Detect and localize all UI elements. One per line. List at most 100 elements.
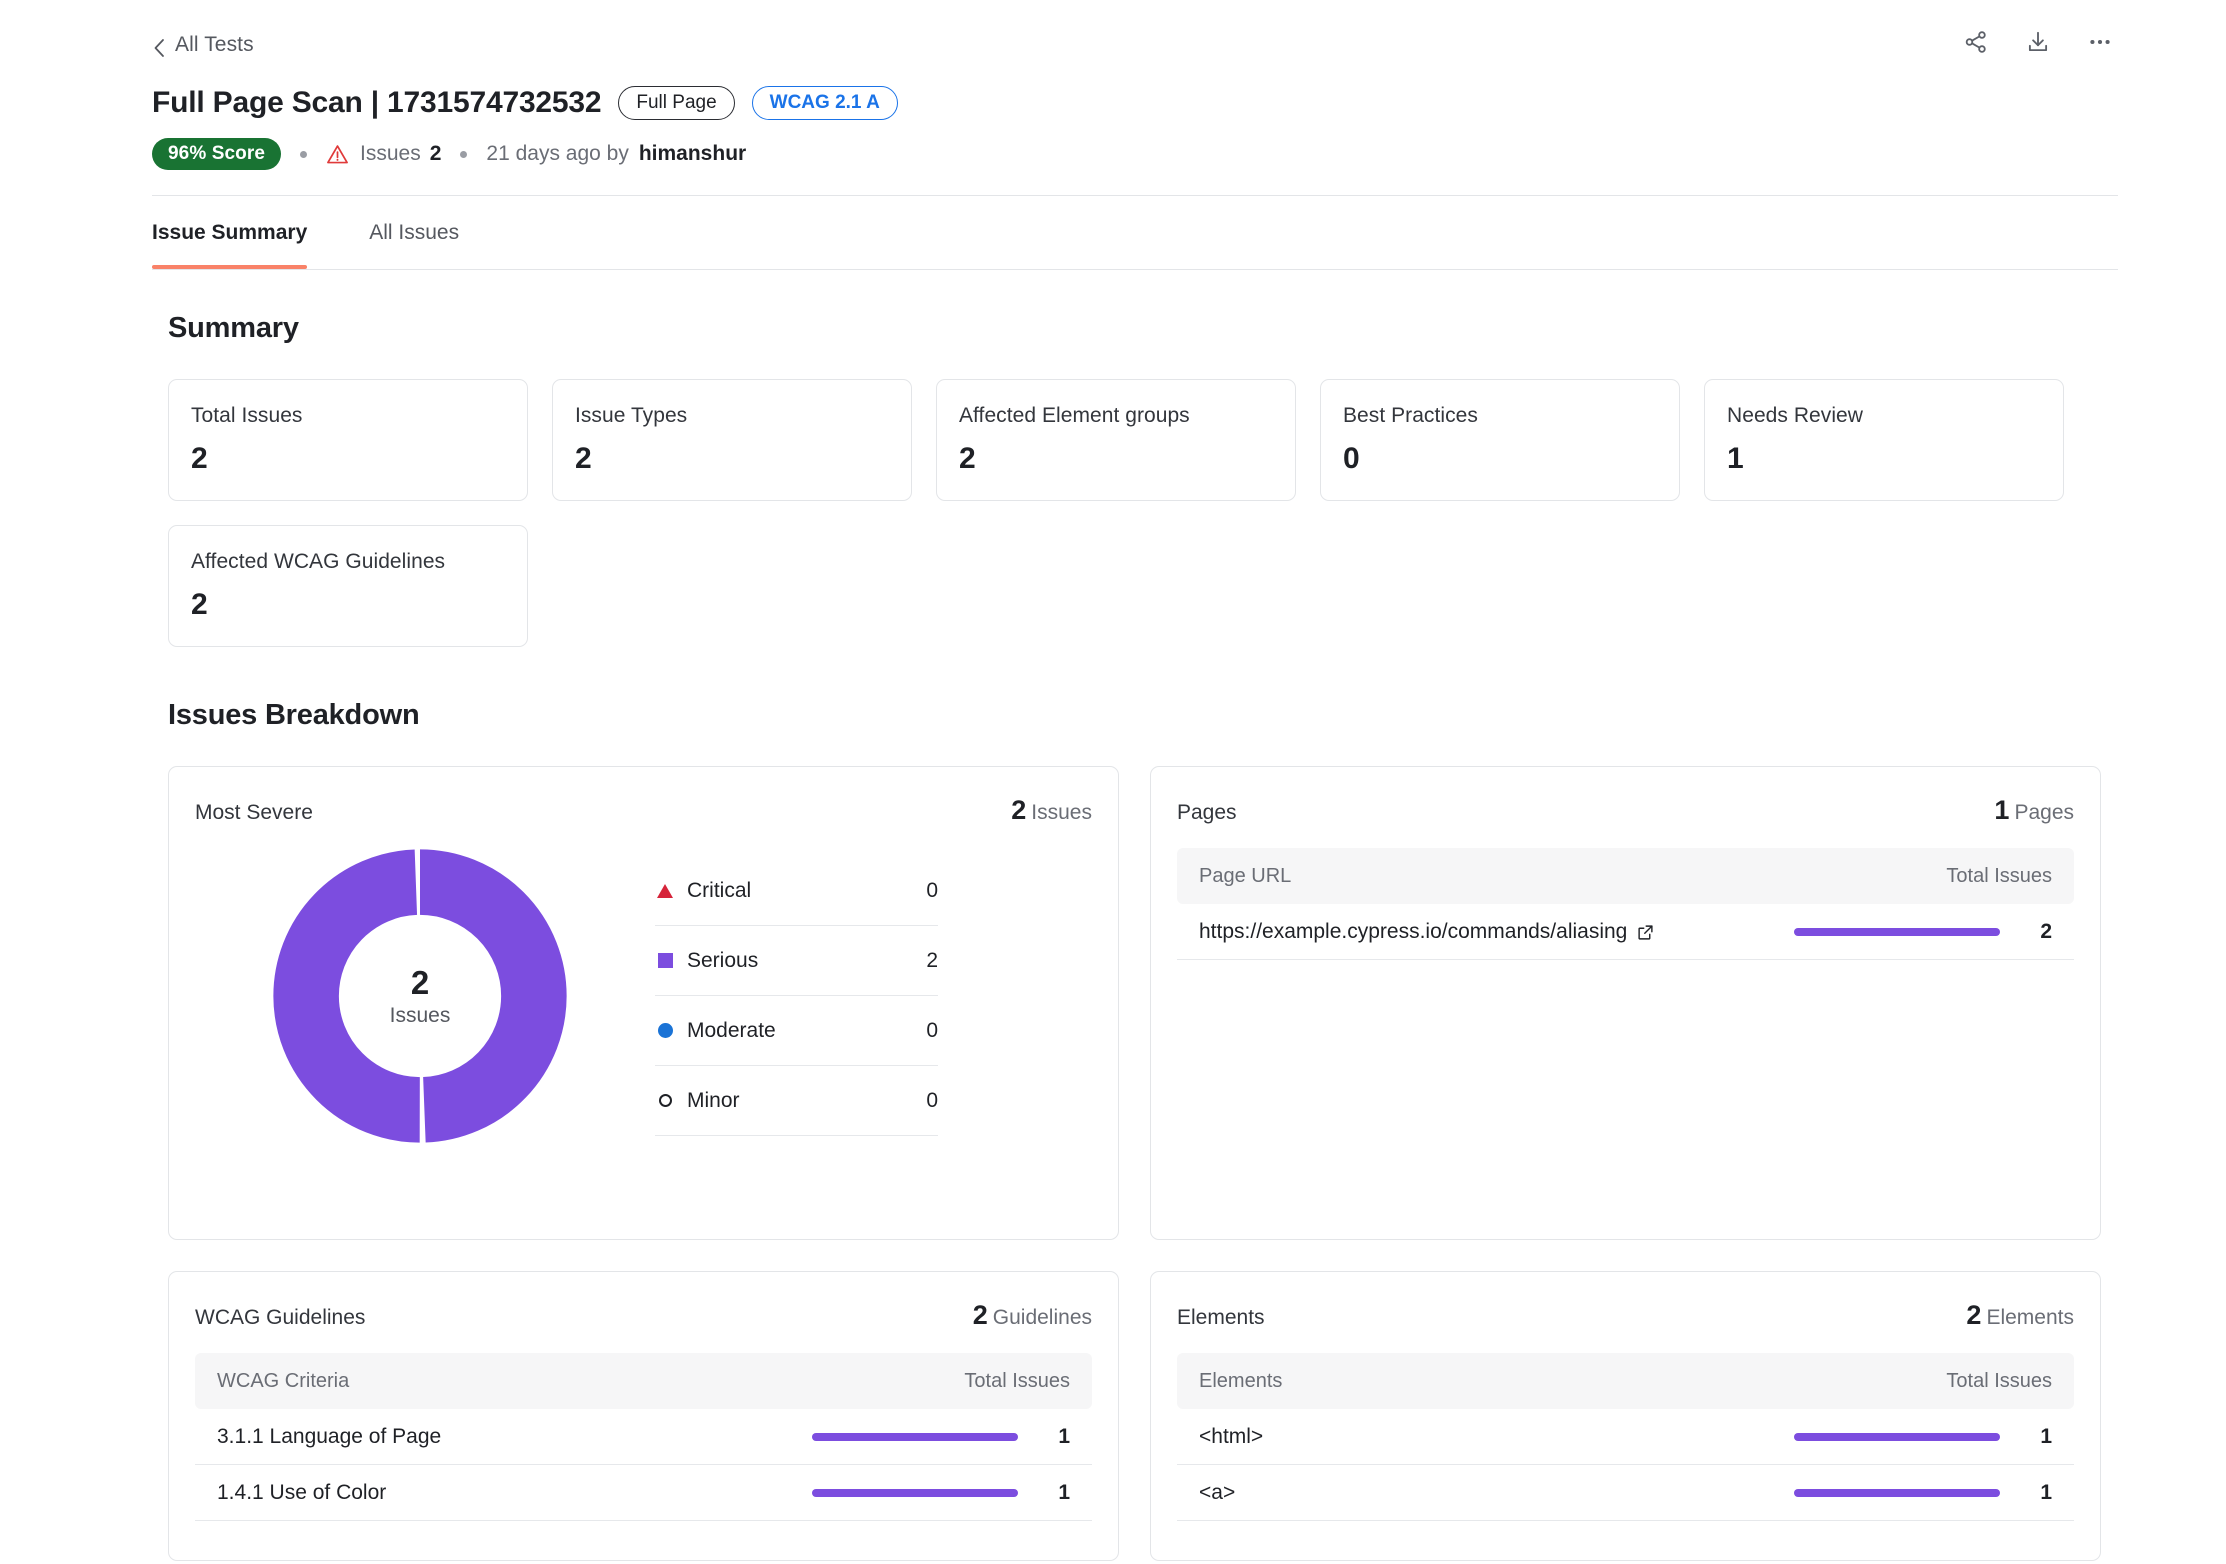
stat-card-total-issues: Total Issues 2 [168, 379, 528, 501]
meta-separator [300, 150, 308, 158]
card-count-unit: Pages [2014, 801, 2074, 824]
stat-label: Issue Types [575, 404, 688, 427]
table-row[interactable]: https://example.cypress.io/commands/alia… [1177, 904, 2074, 960]
page-url-text: https://example.cypress.io/commands/alia… [1199, 919, 1628, 943]
stat-value: 2 [191, 588, 208, 621]
issues-count: 2 [429, 142, 442, 165]
table-header: WCAG Criteria Total Issues [195, 1353, 1092, 1409]
serious-square-icon [655, 953, 675, 968]
card-count-value: 2 [1011, 795, 1027, 825]
timestamp: 21 days ago by [486, 142, 629, 165]
card-count-unit: Elements [1986, 1306, 2074, 1329]
stat-value: 0 [1343, 442, 1360, 475]
legend-value: 0 [926, 878, 938, 902]
card-count: 2 Issues [1011, 795, 1092, 826]
header-actions [1958, 24, 2118, 60]
issue-bar [1794, 927, 2000, 936]
table-row[interactable]: 3.1.1 Language of Page 1 [195, 1409, 1092, 1465]
page-title: Full Page Scan | 1731574732532 [152, 86, 602, 119]
card-count-unit: Issues [1031, 801, 1092, 824]
card-count: 2 Elements [1966, 1300, 2074, 1331]
summary-heading: Summary [168, 312, 299, 344]
meta-separator-2 [460, 150, 468, 158]
back-to-all-tests[interactable]: All Tests [0, 28, 2226, 62]
legend-value: 0 [926, 1088, 938, 1112]
stat-label: Total Issues [191, 404, 303, 427]
card-count: 1 Pages [1994, 795, 2074, 826]
legend-label: Critical [687, 878, 752, 902]
stat-value: 1 [1727, 442, 1744, 475]
download-icon[interactable] [2020, 24, 2056, 60]
tab-issue-summary-label: Issue Summary [152, 220, 308, 244]
card-title: Pages [1177, 801, 1237, 824]
issues-breakdown-heading: Issues Breakdown [168, 699, 420, 731]
table-row[interactable]: <a> 1 [1177, 1465, 2074, 1521]
column-header-total-issues: Total Issues [1946, 864, 2052, 887]
stat-label: Affected WCAG Guidelines [191, 550, 446, 573]
issue-count: 2 [2040, 919, 2052, 943]
donut-center-label: 2 Issues [264, 840, 576, 1152]
main-content: Summary Total Issues 2 Issue Types 2 Aff… [0, 312, 2226, 1561]
pages-table: Page URL Total Issues https://example.cy… [1177, 848, 2074, 960]
legend-value: 0 [926, 1018, 938, 1042]
stat-card-affected-element-groups: Affected Element groups 2 [936, 379, 1296, 501]
issue-bar-cell [1740, 1432, 2000, 1441]
legend-item-serious: Serious 2 [655, 926, 938, 996]
tab-all-issues[interactable]: All Issues [369, 196, 459, 269]
card-most-severe: Most Severe 2 Issues 2 Issues Critical 0… [168, 766, 1119, 1240]
legend-label: Moderate [687, 1018, 776, 1042]
tab-issue-summary[interactable]: Issue Summary [152, 196, 308, 269]
issue-count: 1 [2040, 1424, 2052, 1448]
issue-bar-cell [1740, 927, 2000, 936]
page-header: All Tests Full Page Scan | 1731574732532… [0, 0, 2226, 196]
donut-center-unit: Issues [389, 1004, 451, 1027]
page-url-cell: https://example.cypress.io/commands/alia… [1199, 920, 1740, 944]
tab-bar: Issue Summary All Issues [152, 196, 2118, 270]
status-badge-score: 96% Score [152, 138, 282, 170]
legend-label: Minor [687, 1088, 740, 1112]
issue-count: 1 [1058, 1480, 1070, 1504]
share-icon[interactable] [1958, 24, 1994, 60]
issue-count: 1 [2040, 1480, 2052, 1504]
more-icon[interactable] [2082, 24, 2118, 60]
issue-bar-cell [1740, 1488, 2000, 1497]
issue-count: 1 [1058, 1424, 1070, 1448]
element-name: <a> [1199, 1480, 1236, 1504]
criteria-name: 3.1.1 Language of Page [217, 1424, 442, 1448]
card-count-value: 2 [972, 1300, 988, 1330]
stat-label: Affected Element groups [959, 404, 1190, 427]
column-header-page-url: Page URL [1199, 864, 1292, 887]
column-header-total-issues: Total Issues [964, 1369, 1070, 1392]
severity-legend: Critical 0 Serious 2 Moderate 0 Minor 0 [655, 856, 938, 1136]
title-row: Full Page Scan | 1731574732532 Full Page… [0, 86, 2226, 120]
stat-label: Needs Review [1727, 404, 1863, 427]
legend-item-moderate: Moderate 0 [655, 996, 938, 1066]
legend-item-critical: Critical 0 [655, 856, 938, 926]
card-count-value: 1 [1994, 795, 2010, 825]
badge-full-page: Full Page [618, 86, 735, 120]
card-pages: Pages 1 Pages Page URL Total Issues https… [1150, 766, 2101, 1240]
tab-underline [152, 269, 2118, 270]
stat-card-best-practices: Best Practices 0 [1320, 379, 1680, 501]
table-row[interactable]: <html> 1 [1177, 1409, 2074, 1465]
issue-bar [812, 1488, 1018, 1497]
issue-bar-cell [758, 1432, 1018, 1441]
breakdown-grid: Most Severe 2 Issues 2 Issues Critical 0… [168, 766, 2118, 1561]
moderate-circle-icon [655, 1023, 675, 1038]
column-header-wcag-criteria: WCAG Criteria [217, 1369, 350, 1392]
tab-all-issues-label: All Issues [369, 220, 460, 244]
card-count: 2 Guidelines [973, 1300, 1092, 1331]
donut-chart: 2 Issues [195, 840, 645, 1152]
card-title: Elements [1177, 1306, 1265, 1329]
legend-value: 2 [926, 948, 938, 972]
table-row[interactable]: 1.4.1 Use of Color 1 [195, 1465, 1092, 1521]
stat-value: 2 [575, 442, 592, 475]
meta-row: 96% Score Issues 2 21 days ago by himans… [0, 136, 2226, 172]
card-wcag-guidelines: WCAG Guidelines 2 Guidelines WCAG Criteri… [168, 1271, 1119, 1561]
elements-table: Elements Total Issues <html> 1 <a> 1 [1177, 1353, 2074, 1521]
badge-wcag-level[interactable]: WCAG 2.1 A [751, 86, 898, 120]
stat-card-issue-types: Issue Types 2 [552, 379, 912, 501]
legend-label: Serious [687, 948, 759, 972]
card-elements: Elements 2 Elements Elements Total Issues… [1150, 1271, 2101, 1561]
external-link-icon[interactable] [1637, 923, 1654, 940]
